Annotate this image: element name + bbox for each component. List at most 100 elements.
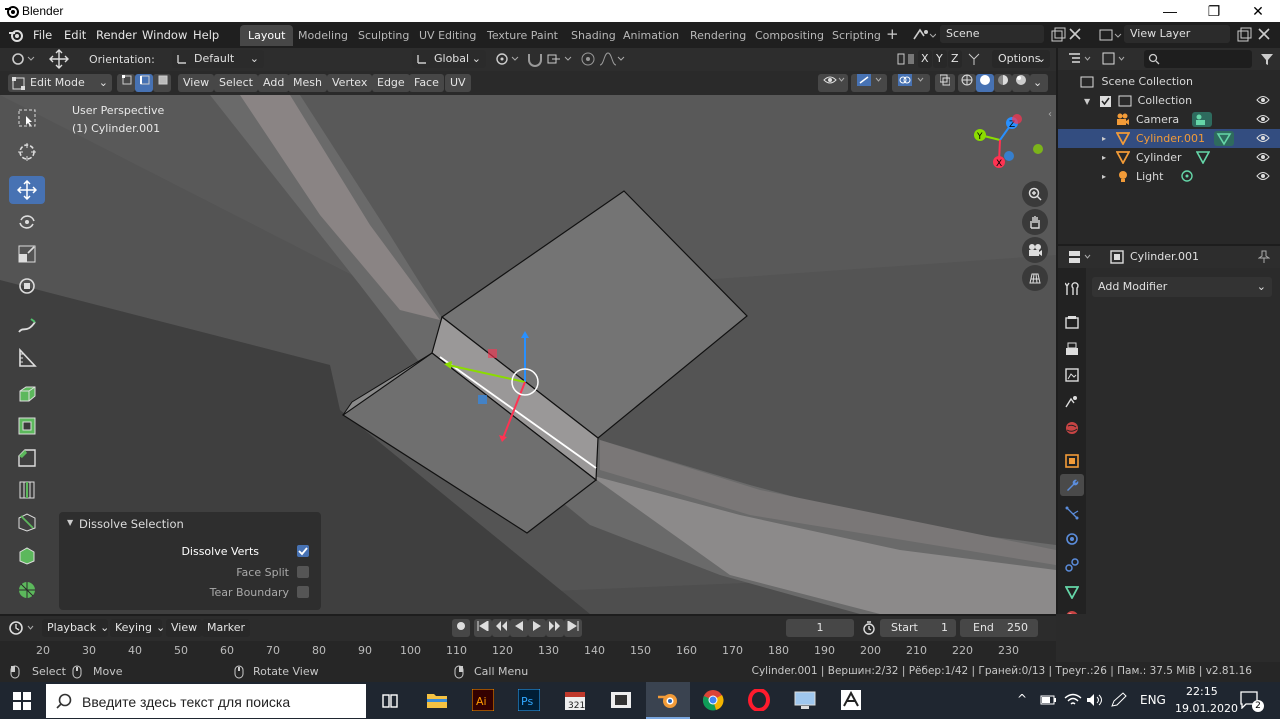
- collapse-arrow-icon[interactable]: ▼: [67, 518, 73, 527]
- constraints-icon[interactable]: [1065, 558, 1079, 572]
- cursor-tool[interactable]: [9, 138, 45, 166]
- tab-modeling[interactable]: Modeling: [290, 25, 356, 46]
- move-tool[interactable]: [9, 176, 45, 204]
- play-reverse-button[interactable]: [510, 619, 528, 637]
- close-button[interactable]: ✕: [1236, 0, 1280, 22]
- auto-merge-icon[interactable]: [966, 51, 982, 67]
- move-tool-icon[interactable]: [48, 49, 70, 69]
- maximize-button[interactable]: ❐: [1192, 0, 1236, 22]
- view-layer-icon[interactable]: [1098, 27, 1122, 43]
- filter-icon[interactable]: [1260, 52, 1274, 66]
- expand-arrow-icon[interactable]: ▸: [1102, 129, 1106, 148]
- next-keyframe-button[interactable]: [546, 619, 564, 637]
- end-frame-field[interactable]: End 250: [960, 619, 1038, 637]
- proportional-editing-icon[interactable]: [580, 51, 596, 67]
- minimize-button[interactable]: —: [1148, 0, 1192, 22]
- bevel-tool[interactable]: [9, 444, 45, 472]
- rotate-tool[interactable]: [9, 208, 45, 236]
- menu-vertex[interactable]: Vertex: [327, 74, 373, 92]
- ortho-grid-icon[interactable]: [1022, 265, 1048, 291]
- menu-uv[interactable]: UV: [445, 74, 471, 92]
- eye-icon[interactable]: [1256, 113, 1270, 125]
- delete-scene-icon[interactable]: [1068, 27, 1082, 41]
- vertex-select-mode-button[interactable]: [117, 74, 135, 92]
- collection-row[interactable]: ▼ Collection: [1084, 91, 1280, 110]
- tab-rendering[interactable]: Rendering: [682, 25, 754, 46]
- sidebar-toggle-icon[interactable]: ‹: [1048, 109, 1052, 120]
- material-shading-button[interactable]: [994, 74, 1012, 92]
- display-mode-icon[interactable]: [1102, 52, 1128, 66]
- add-modifier-dropdown[interactable]: Add Modifier ⌄: [1092, 277, 1272, 297]
- snap-icon[interactable]: [526, 51, 544, 67]
- tray-chevron-up-icon[interactable]: ^: [1017, 692, 1027, 706]
- world-properties-icon[interactable]: [1065, 421, 1079, 435]
- prev-keyframe-button[interactable]: [492, 619, 510, 637]
- menu-face[interactable]: Face: [409, 74, 444, 92]
- expand-arrow-icon[interactable]: ▼: [1084, 97, 1090, 106]
- tab-layout[interactable]: Layout: [240, 25, 294, 46]
- film-app-icon[interactable]: [610, 689, 632, 711]
- orientation-dropdown[interactable]: Default ⌄: [172, 50, 264, 68]
- stopwatch-icon[interactable]: [862, 621, 876, 635]
- playback-menu[interactable]: Playback ⌄: [42, 619, 109, 637]
- annotate-tool[interactable]: [9, 312, 45, 340]
- tab-sculpting[interactable]: Sculpting: [350, 25, 417, 46]
- chrome-icon[interactable]: [702, 689, 724, 711]
- jump-end-button[interactable]: [564, 619, 582, 637]
- eye-icon[interactable]: [1256, 132, 1270, 144]
- tool-settings-icon[interactable]: [1065, 282, 1079, 296]
- tab-uv-editing[interactable]: UV Editing: [411, 25, 484, 46]
- timeline-view-menu[interactable]: View: [166, 619, 203, 637]
- tab-texture-paint[interactable]: Texture Paint: [479, 25, 566, 46]
- transform-tool[interactable]: [9, 272, 45, 300]
- task-view-icon[interactable]: [381, 692, 399, 710]
- illustrator-icon[interactable]: Ai: [472, 689, 494, 711]
- dissolve-verts-checkbox[interactable]: [297, 545, 309, 557]
- collection-checkbox[interactable]: [1099, 95, 1111, 107]
- transform-orientation-dropdown[interactable]: Global ⌄: [412, 50, 486, 68]
- clock-date[interactable]: 19.01.2020: [1175, 702, 1238, 715]
- scene-properties-icon[interactable]: [1065, 394, 1079, 408]
- menu-edit[interactable]: Edit: [57, 25, 93, 45]
- photoshop-icon[interactable]: Ps: [518, 689, 540, 711]
- blender-taskbar-button[interactable]: [646, 682, 690, 719]
- poly-build-tool[interactable]: [9, 542, 45, 570]
- mirror-z-toggle[interactable]: Z: [948, 50, 962, 68]
- spin-tool[interactable]: [9, 576, 45, 604]
- outliner-item-camera[interactable]: Camera: [1058, 110, 1280, 129]
- game-app-icon[interactable]: [840, 689, 862, 711]
- measure-tool[interactable]: [9, 344, 45, 372]
- copy-scene-icon[interactable]: [1050, 27, 1066, 43]
- face-split-checkbox[interactable]: [297, 566, 309, 578]
- opera-icon[interactable]: [748, 689, 770, 711]
- mirror-icon[interactable]: [896, 51, 918, 67]
- outliner-search-input[interactable]: [1144, 50, 1252, 68]
- blender-menu-icon[interactable]: [8, 27, 24, 43]
- snap-target-icon[interactable]: [546, 51, 574, 67]
- outliner-editor-icon[interactable]: [1068, 52, 1094, 66]
- camera-view-icon[interactable]: [1022, 237, 1048, 263]
- scene-icon[interactable]: [912, 27, 936, 43]
- wireframe-shading-button[interactable]: [958, 74, 976, 92]
- falloff-icon[interactable]: [598, 51, 626, 67]
- select-box-tool[interactable]: [9, 104, 45, 132]
- output-properties-icon[interactable]: [1065, 342, 1079, 356]
- wifi-icon[interactable]: [1064, 693, 1082, 707]
- pin-icon[interactable]: [1258, 250, 1270, 264]
- outliner-item-light[interactable]: ▸ Light: [1058, 167, 1280, 186]
- menu-select[interactable]: Select: [214, 74, 258, 92]
- monitor-app-icon[interactable]: [794, 689, 816, 711]
- menu-file[interactable]: File: [26, 25, 59, 45]
- solid-shading-button[interactable]: [976, 74, 994, 92]
- jump-start-button[interactable]: [474, 619, 492, 637]
- add-workspace-button[interactable]: +: [886, 25, 899, 43]
- eye-icon[interactable]: [1256, 151, 1270, 163]
- tab-scripting[interactable]: Scripting: [824, 25, 889, 46]
- modifier-tab-active[interactable]: [1060, 474, 1084, 496]
- object-properties-icon[interactable]: [1065, 454, 1079, 468]
- frame-ruler[interactable]: 20 30 40 50 60 70 80 90 100 110 120 130 …: [0, 641, 1056, 662]
- outliner-item-cylinder[interactable]: ▸ Cylinder: [1058, 148, 1280, 167]
- mode-dropdown[interactable]: Edit Mode ⌄: [8, 74, 112, 92]
- shading-options-dropdown[interactable]: ⌄: [1030, 74, 1048, 92]
- taskbar-search-input[interactable]: Введите здесь текст для поиска: [46, 684, 366, 718]
